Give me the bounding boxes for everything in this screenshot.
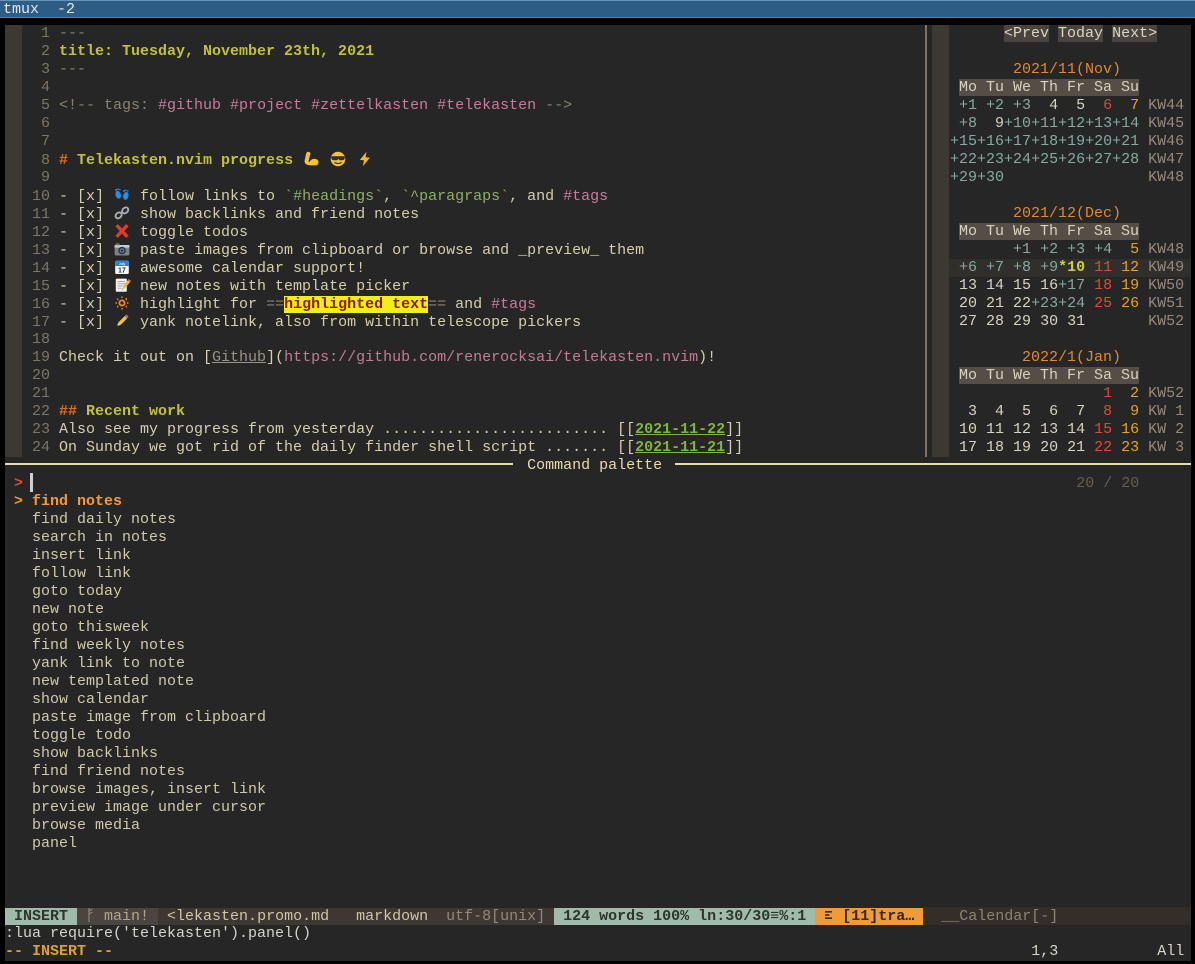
svg-text:July: July [119,262,126,266]
svg-text:17: 17 [118,268,126,275]
